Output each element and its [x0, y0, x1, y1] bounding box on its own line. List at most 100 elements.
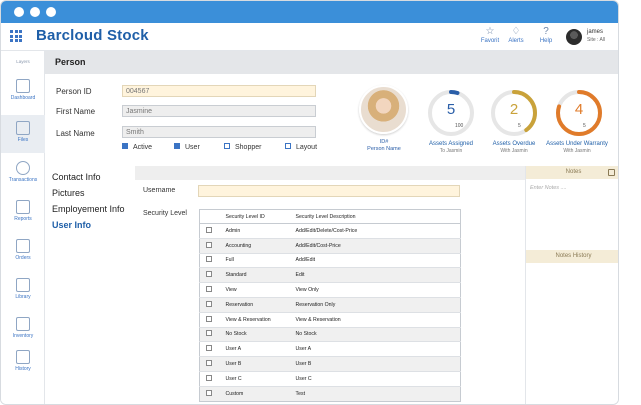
sidebar-item-files[interactable]: Files [1, 115, 45, 153]
table-row[interactable]: Custom Test [199, 385, 461, 402]
checkbox-icon[interactable] [206, 345, 212, 352]
security-level-description: User B [295, 356, 461, 372]
person-id-field[interactable]: 004567 [122, 85, 316, 97]
table-row[interactable]: Admin Add/Edit/Delete/Cost-Price [199, 223, 461, 239]
sidebar-item-history[interactable]: History [1, 344, 45, 382]
table-row[interactable]: View View Only [199, 282, 461, 298]
kpi-assets-under-warranty[interactable]: 4 5 [553, 87, 605, 139]
table-row[interactable]: Reservation Reservation Only [199, 296, 461, 313]
sidebar-item-label: Files [17, 137, 29, 143]
page-title: Person [55, 57, 86, 67]
active-checkbox[interactable]: Active [122, 143, 152, 151]
window-dot[interactable] [14, 7, 24, 17]
first-name-field[interactable]: Jasmine [122, 105, 316, 117]
sidebar-item-transactions[interactable]: Transactions [1, 155, 45, 193]
chart-icon [16, 200, 30, 214]
security-level-label: Security Level [143, 210, 187, 217]
checkbox-icon[interactable] [206, 315, 212, 322]
security-level-description: View Only [295, 282, 461, 298]
checkbox-icon[interactable] [206, 286, 212, 293]
row-checkbox-cell[interactable] [199, 385, 226, 402]
table-row[interactable]: Full Add/Edit [199, 252, 461, 268]
nav-employement-info[interactable]: Employement Info [52, 204, 125, 214]
sidebar-item-label: Inventory [12, 333, 34, 339]
row-checkbox-cell[interactable] [199, 356, 226, 372]
alerts-button[interactable]: ♢ Alerts [501, 26, 531, 44]
row-checkbox-cell[interactable] [199, 282, 226, 298]
row-checkbox-cell[interactable] [199, 267, 226, 283]
nav-user-info[interactable]: User Info [52, 220, 91, 230]
nav-contact-info[interactable]: Contact Info [52, 172, 101, 182]
sidebar: Layers Dashboard Files Transactions Repo… [1, 51, 45, 404]
last-name-field[interactable]: Smith [122, 126, 316, 138]
user-avatar[interactable] [566, 29, 582, 45]
person-photo[interactable] [359, 85, 408, 134]
kpi-total: 5 [518, 123, 521, 129]
table-header-description[interactable]: Security Level Description [295, 209, 461, 224]
page-title-bar: Person [45, 51, 618, 74]
table-row[interactable]: No Stock No Stock [199, 326, 461, 342]
security-level-description: Test [295, 385, 461, 402]
row-checkbox-cell[interactable] [199, 252, 226, 268]
checkbox-icon[interactable] [206, 271, 212, 278]
row-checkbox-cell[interactable] [199, 341, 226, 357]
app-title: Barcloud Stock [36, 27, 149, 44]
row-checkbox-cell[interactable] [199, 237, 226, 254]
notes-input[interactable]: Enter Notes .... [530, 185, 567, 191]
security-level-description: View & Reservation [295, 311, 461, 328]
row-checkbox-cell[interactable] [199, 370, 226, 387]
nav-pictures[interactable]: Pictures [52, 188, 85, 198]
document-icon [16, 239, 30, 253]
checkbox-icon[interactable] [206, 360, 212, 367]
layout-label: Layout [296, 144, 318, 151]
table-row[interactable]: User C User C [199, 370, 461, 387]
sidebar-item-label: Dashboard [10, 95, 36, 101]
table-header-id[interactable]: Security Level ID [225, 209, 296, 224]
sidebar-item-dashboard[interactable]: Dashboard [1, 73, 45, 111]
table-row[interactable]: User A User A [199, 341, 461, 357]
checkbox-icon[interactable] [206, 241, 212, 248]
table-header-row: Security Level ID Security Level Descrip… [199, 209, 461, 224]
sidebar-item-reports[interactable]: Reports [1, 194, 45, 232]
checkbox-icon[interactable] [206, 374, 212, 381]
checkbox-icon[interactable] [206, 389, 212, 396]
username-field[interactable] [198, 185, 460, 197]
kpi-total: 100 [455, 123, 464, 129]
kpi-assets-overdue[interactable]: 2 5 [488, 87, 540, 139]
window-dot[interactable] [30, 7, 40, 17]
checkbox-icon[interactable] [206, 330, 212, 337]
security-level-id: User C [225, 370, 296, 387]
user-checkbox[interactable]: User [174, 143, 200, 151]
row-checkbox-cell[interactable] [199, 326, 226, 342]
transaction-icon [16, 161, 30, 175]
shopper-checkbox[interactable]: Shopper [224, 143, 261, 151]
kpi-assets-assigned[interactable]: 5 100 [425, 87, 477, 139]
row-checkbox-cell[interactable] [199, 296, 226, 313]
checkbox-icon[interactable] [206, 256, 212, 263]
checkbox-icon [285, 143, 291, 150]
save-icon[interactable] [608, 169, 615, 176]
table-row[interactable]: Accounting Add/Edit/Cost-Price [199, 237, 461, 254]
table-row[interactable]: View & Reservation View & Reservation [199, 311, 461, 328]
checkbox-icon[interactable] [206, 226, 212, 233]
folder-icon [16, 121, 30, 135]
security-level-id: No Stock [225, 326, 296, 342]
row-checkbox-cell[interactable] [199, 223, 226, 239]
sidebar-item-orders[interactable]: Orders [1, 233, 45, 271]
window-dot[interactable] [46, 7, 56, 17]
table-row[interactable]: Standard Edit [199, 267, 461, 283]
help-button[interactable]: ? Help [531, 26, 561, 44]
table-row[interactable]: User B User B [199, 356, 461, 372]
sidebar-item-label: Reports [14, 216, 32, 222]
notes-panel: Notes Enter Notes .... Notes History [525, 166, 618, 404]
sidebar-item-library[interactable]: Library [1, 272, 45, 310]
notes-title: Notes [565, 169, 582, 175]
security-level-table: Security Level ID Security Level Descrip… [199, 209, 461, 402]
layout-checkbox[interactable]: Layout [285, 143, 318, 151]
checkbox-icon[interactable] [206, 300, 212, 307]
row-checkbox-cell[interactable] [199, 311, 226, 328]
sidebar-top-label[interactable]: Layers [1, 59, 45, 64]
favorites-label: Favorit [480, 38, 500, 44]
checkbox-checked-icon [122, 143, 128, 150]
apps-grid-icon[interactable] [10, 30, 22, 42]
